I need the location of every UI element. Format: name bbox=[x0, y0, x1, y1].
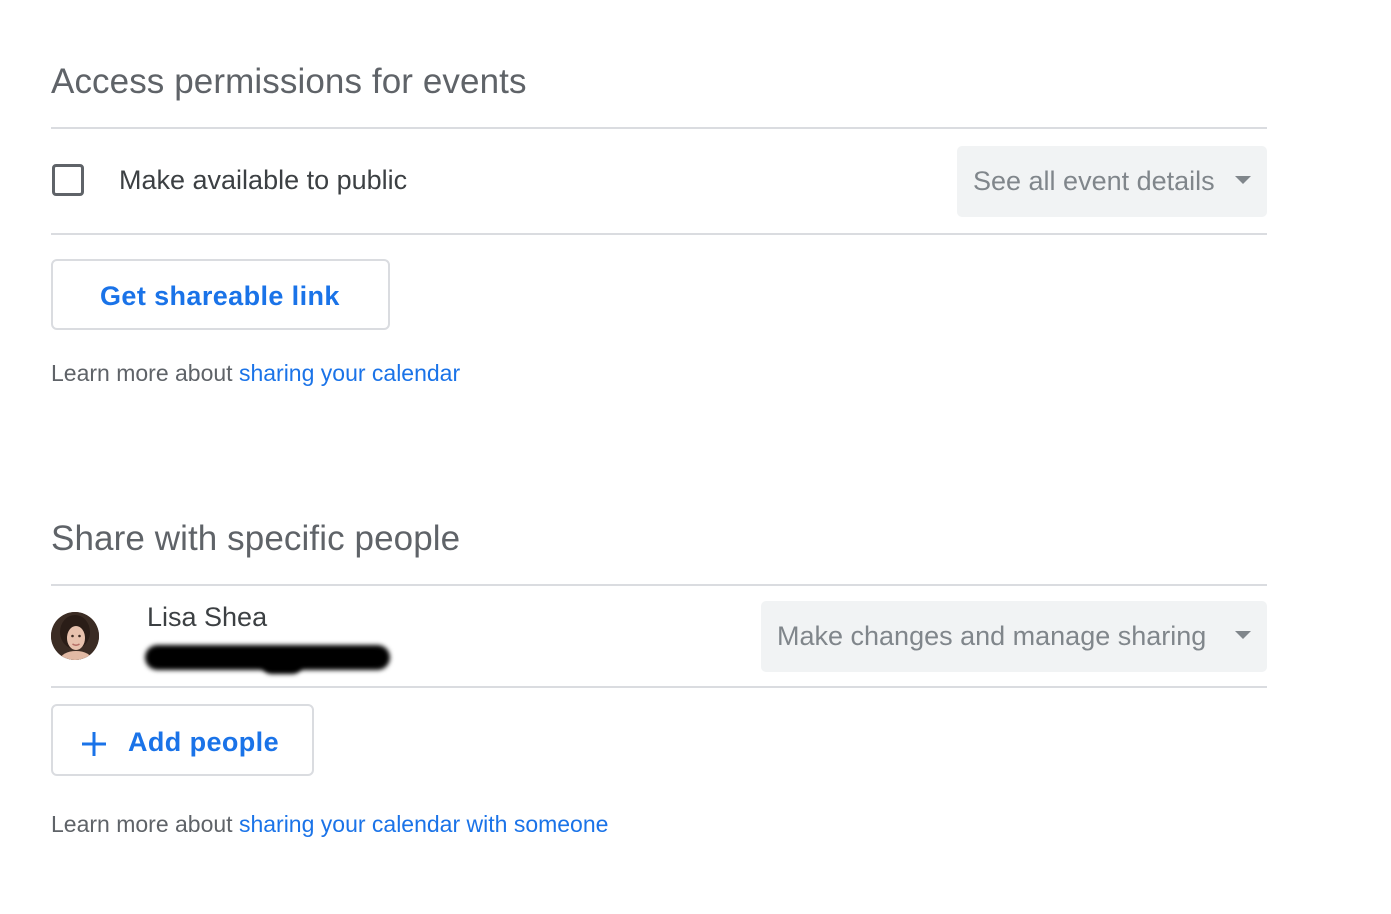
specific-people-help-prefix: Learn more about bbox=[51, 811, 239, 837]
public-access-top-divider bbox=[51, 127, 1267, 129]
person-permission-select[interactable]: Make changes and manage sharing bbox=[761, 601, 1267, 672]
triangle-down-icon bbox=[1235, 176, 1251, 184]
make-public-label: Make available to public bbox=[119, 165, 408, 195]
sharing-calendar-with-someone-link[interactable]: sharing your calendar with someone bbox=[239, 811, 608, 837]
redacted-email-mark bbox=[262, 655, 302, 674]
get-shareable-link-button[interactable]: Get shareable link bbox=[51, 259, 390, 330]
public-access-title: Access permissions for events bbox=[51, 62, 527, 101]
person-name: Lisa Shea bbox=[147, 602, 268, 632]
specific-people-bottom-divider bbox=[51, 686, 1267, 688]
person-permission-select-value: Make changes and manage sharing bbox=[777, 621, 1207, 651]
plus-icon bbox=[82, 732, 106, 756]
make-public-checkbox[interactable] bbox=[52, 164, 84, 196]
public-access-bottom-divider bbox=[51, 233, 1267, 235]
specific-people-title: Share with specific people bbox=[51, 519, 461, 558]
get-shareable-link-label: Get shareable link bbox=[100, 281, 340, 311]
public-permission-select[interactable]: See all event details bbox=[957, 146, 1267, 217]
user-avatar bbox=[51, 612, 99, 660]
public-access-help-text: Learn more about sharing your calendar bbox=[51, 360, 460, 387]
sharing-your-calendar-link[interactable]: sharing your calendar bbox=[239, 360, 460, 386]
add-people-label: Add people bbox=[128, 727, 279, 757]
public-permission-select-value: See all event details bbox=[973, 166, 1215, 196]
specific-people-top-divider bbox=[51, 584, 1267, 586]
add-people-button[interactable]: Add people bbox=[51, 704, 314, 776]
triangle-down-icon bbox=[1235, 631, 1251, 639]
specific-people-help-text: Learn more about sharing your calendar w… bbox=[51, 811, 608, 838]
public-access-help-prefix: Learn more about bbox=[51, 360, 239, 386]
